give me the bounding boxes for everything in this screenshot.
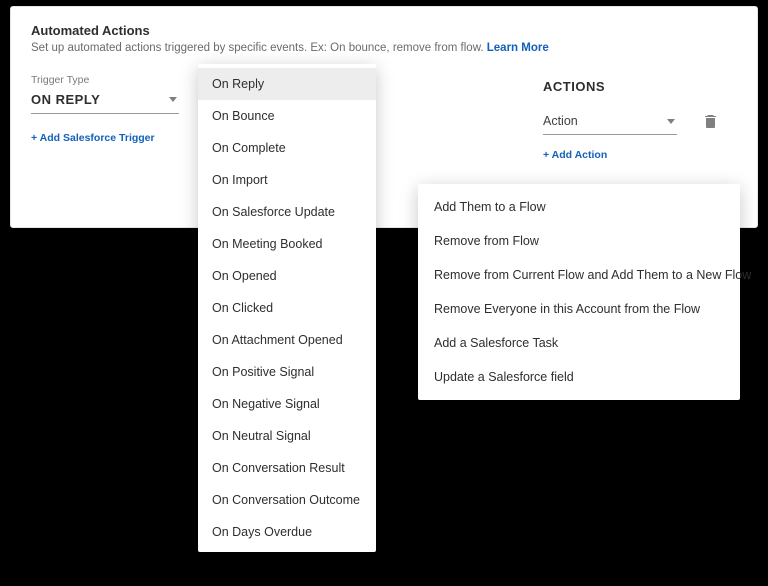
learn-more-link[interactable]: Learn More	[487, 42, 549, 54]
dropdown-item[interactable]: Add Them to a Flow	[418, 190, 740, 224]
actions-column: ACTIONS Action + Add Action	[543, 79, 716, 163]
caret-down-icon	[169, 97, 177, 102]
trash-icon[interactable]	[705, 115, 716, 133]
subtitle-text: Set up automated actions triggered by sp…	[31, 42, 487, 54]
trigger-type-select[interactable]: ON REPLY	[31, 88, 179, 114]
dropdown-item[interactable]: On Attachment Opened	[198, 324, 376, 356]
action-select-placeholder: Action	[543, 114, 578, 128]
add-salesforce-trigger-link[interactable]: + Add Salesforce Trigger	[31, 132, 155, 144]
caret-down-icon	[667, 119, 675, 124]
trigger-type-value: ON REPLY	[31, 92, 100, 107]
dropdown-item[interactable]: On Days Overdue	[198, 516, 376, 548]
dropdown-item[interactable]: On Import	[198, 164, 376, 196]
dropdown-item[interactable]: On Negative Signal	[198, 388, 376, 420]
action-dropdown: Add Them to a Flow Remove from Flow Remo…	[418, 184, 740, 400]
dropdown-item[interactable]: On Bounce	[198, 100, 376, 132]
dropdown-item[interactable]: On Salesforce Update	[198, 196, 376, 228]
dropdown-item[interactable]: Add a Salesforce Task	[418, 326, 740, 360]
actions-heading: ACTIONS	[543, 79, 716, 94]
trigger-type-label: Trigger Type	[31, 74, 181, 86]
trigger-column: Trigger Type ON REPLY + Add Salesforce T…	[31, 74, 181, 146]
trigger-type-dropdown: On Reply On Bounce On Complete On Import…	[198, 64, 376, 552]
dropdown-item[interactable]: Update a Salesforce field	[418, 360, 740, 394]
dropdown-item[interactable]: On Complete	[198, 132, 376, 164]
dropdown-item[interactable]: Remove Everyone in this Account from the…	[418, 292, 740, 326]
dropdown-item[interactable]: On Neutral Signal	[198, 420, 376, 452]
dropdown-item[interactable]: On Clicked	[198, 292, 376, 324]
dropdown-item[interactable]: Remove from Flow	[418, 224, 740, 258]
add-action-link[interactable]: + Add Action	[543, 149, 607, 161]
dropdown-item[interactable]: On Positive Signal	[198, 356, 376, 388]
dropdown-item[interactable]: On Reply	[198, 68, 376, 100]
dropdown-item[interactable]: On Conversation Outcome	[198, 484, 376, 516]
panel-subtitle: Set up automated actions triggered by sp…	[31, 42, 737, 54]
dropdown-item[interactable]: On Opened	[198, 260, 376, 292]
dropdown-item[interactable]: On Meeting Booked	[198, 228, 376, 260]
action-select[interactable]: Action	[543, 112, 677, 135]
dropdown-item[interactable]: Remove from Current Flow and Add Them to…	[418, 258, 740, 292]
panel-title: Automated Actions	[31, 23, 737, 38]
dropdown-item[interactable]: On Conversation Result	[198, 452, 376, 484]
